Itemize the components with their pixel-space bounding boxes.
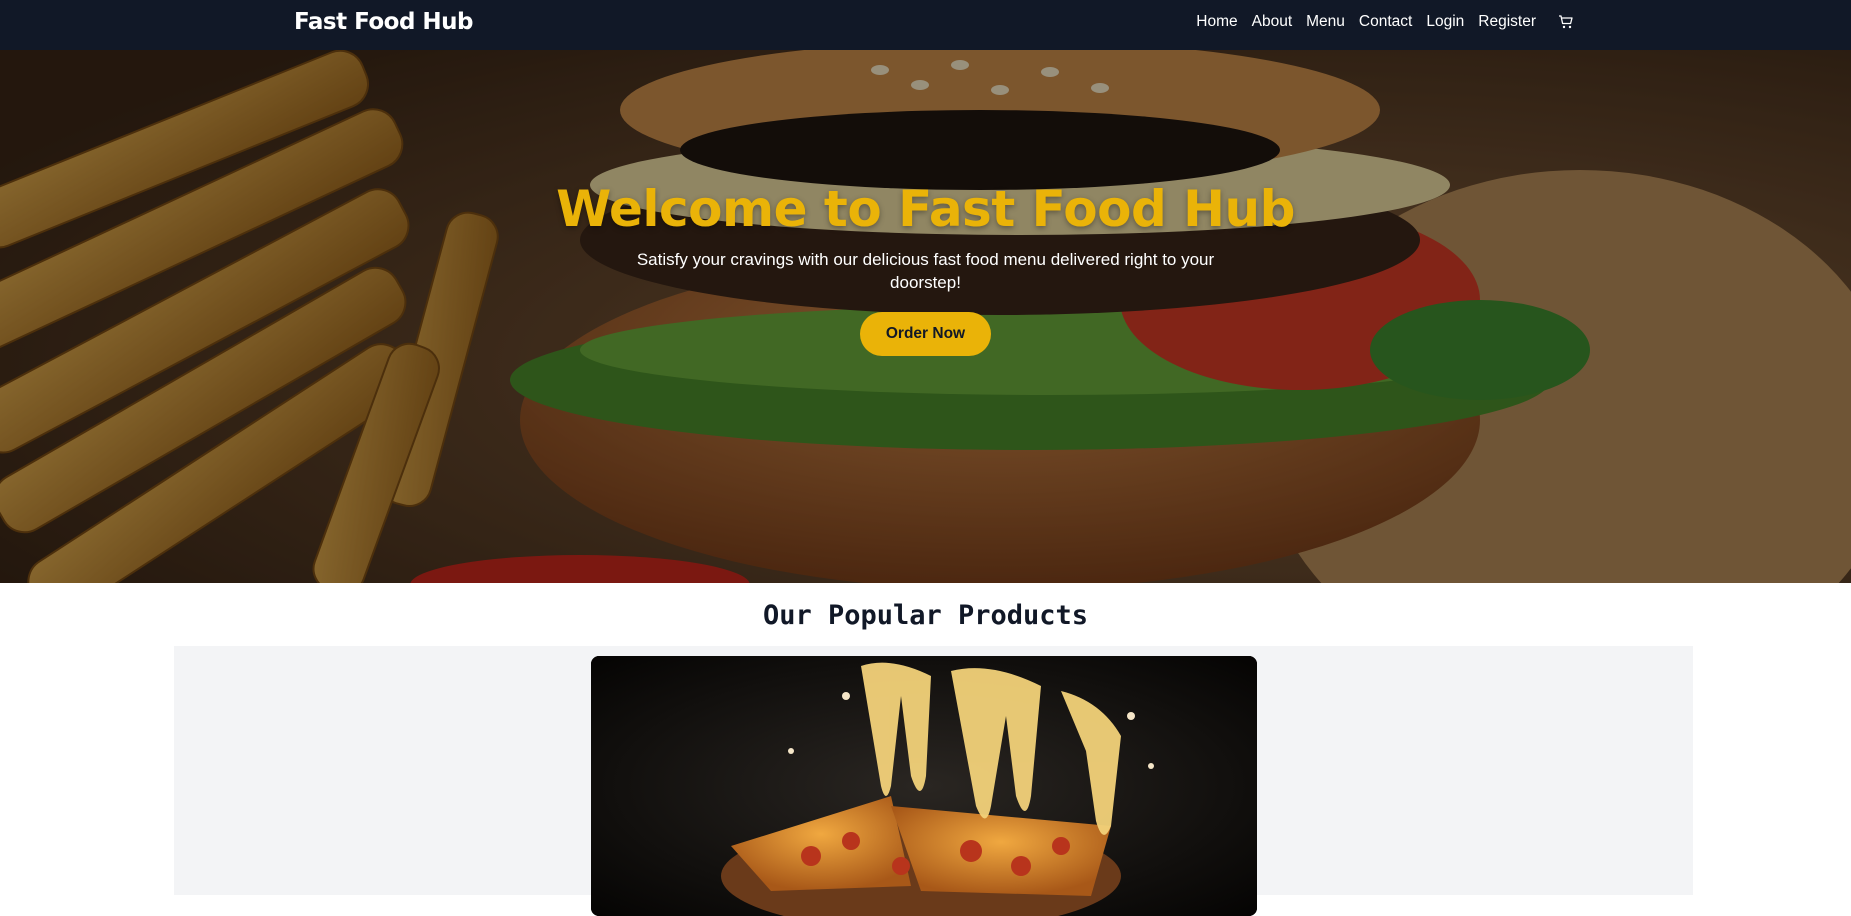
hero-subtitle: Satisfy your cravings with our delicious… <box>636 250 1215 292</box>
hero-section: Welcome to Fast Food Hub Satisfy your cr… <box>0 50 1851 583</box>
hero-content: Welcome to Fast Food Hub Satisfy your cr… <box>0 50 1851 583</box>
nav-login-link[interactable]: Login <box>1426 13 1464 31</box>
nav-menu-link[interactable]: Menu <box>1306 13 1345 31</box>
nav-register-link[interactable]: Register <box>1478 13 1536 31</box>
products-area <box>174 646 1693 916</box>
nav-links: Home About Menu Contact Login Register <box>1182 0 1574 44</box>
order-now-button[interactable]: Order Now <box>860 312 991 356</box>
cart-icon[interactable] <box>1558 14 1574 30</box>
brand-logo[interactable]: Fast Food Hub <box>294 6 474 38</box>
popular-products-title: Our Popular Products <box>762 600 1089 631</box>
nav-home-link[interactable]: Home <box>1196 13 1237 31</box>
pizza-image <box>591 656 1257 916</box>
navbar: Fast Food Hub Home About Menu Contact Lo… <box>0 0 1851 50</box>
product-card[interactable] <box>591 656 1257 916</box>
hero-title: Welcome to Fast Food Hub <box>556 180 1295 238</box>
nav-about-link[interactable]: About <box>1252 13 1293 31</box>
nav-contact-link[interactable]: Contact <box>1359 13 1412 31</box>
